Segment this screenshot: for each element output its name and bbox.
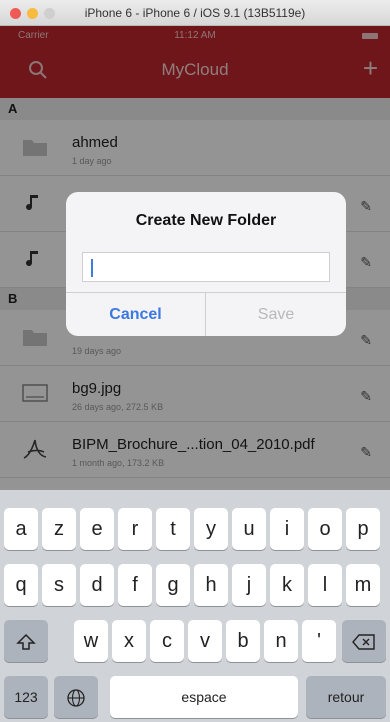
backspace-key[interactable] [342,620,386,662]
key-l[interactable]: l [308,564,342,606]
key-b[interactable]: b [226,620,260,662]
save-button[interactable]: Save [206,293,346,336]
simulator-title-bar: iPhone 6 - iPhone 6 / iOS 9.1 (13B5119e) [0,0,390,26]
key-z[interactable]: z [42,508,76,550]
key-n[interactable]: n [264,620,298,662]
return-key[interactable]: retour [306,676,386,718]
key-w[interactable]: w [74,620,108,662]
key-s[interactable]: s [42,564,76,606]
key-a[interactable]: a [4,508,38,550]
key-e[interactable]: e [80,508,114,550]
backspace-icon [352,634,375,650]
key-c[interactable]: c [150,620,184,662]
key-t[interactable]: t [156,508,190,550]
key-p[interactable]: p [346,508,380,550]
folder-name-field[interactable] [82,252,330,282]
text-caret [91,259,93,277]
key-r[interactable]: r [118,508,152,550]
key-d[interactable]: d [80,564,114,606]
key-f[interactable]: f [118,564,152,606]
shift-key[interactable] [4,620,48,662]
globe-icon [67,689,85,707]
key-x[interactable]: x [112,620,146,662]
key-v[interactable]: v [188,620,222,662]
key-i[interactable]: i [270,508,304,550]
key-o[interactable]: o [308,508,342,550]
key-h[interactable]: h [194,564,228,606]
globe-key[interactable] [54,676,98,718]
space-key[interactable]: espace [110,676,298,718]
key-apostrophe[interactable]: ' [302,620,336,662]
dialog-title: Create New Folder [135,212,277,229]
key-q[interactable]: q [4,564,38,606]
key-j[interactable]: j [232,564,266,606]
key-u[interactable]: u [232,508,266,550]
dialog-buttons: Cancel Save [66,292,346,336]
key-g[interactable]: g [156,564,190,606]
key-m[interactable]: m [346,564,380,606]
keyboard: a z e r t y u i o p q s d f g h j k l m … [0,490,390,722]
shift-icon [16,633,36,650]
key-k[interactable]: k [270,564,304,606]
key-y[interactable]: y [194,508,228,550]
cancel-button[interactable]: Cancel [66,293,206,336]
create-folder-dialog: Create New Folder Cancel Save [66,192,346,336]
folder-name-input[interactable] [83,253,329,281]
simulator-title: iPhone 6 - iPhone 6 / iOS 9.1 (13B5119e) [84,6,306,20]
numbers-key[interactable]: 123 [4,676,48,718]
